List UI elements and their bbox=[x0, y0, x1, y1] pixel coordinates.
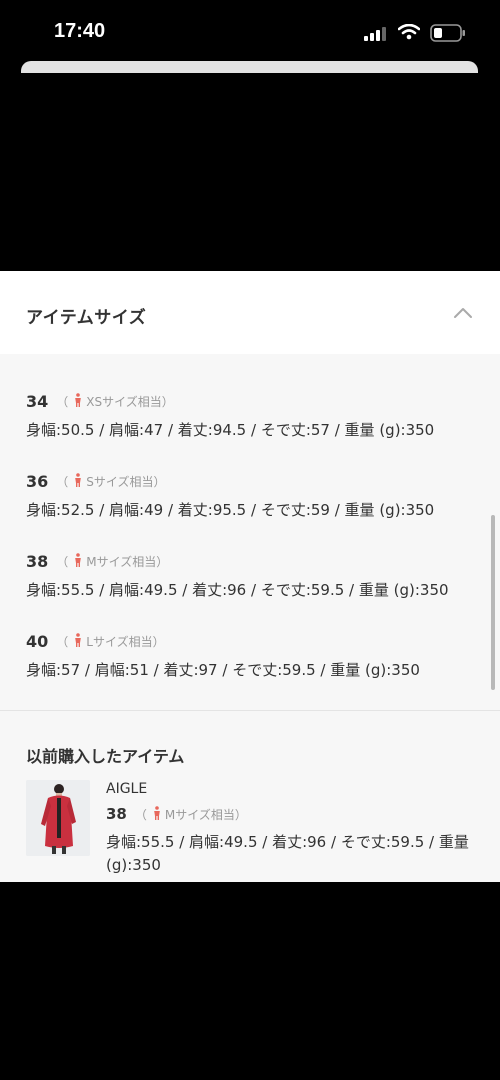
sheet-handle[interactable] bbox=[21, 61, 478, 73]
panel-header[interactable]: アイテムサイズ bbox=[0, 271, 500, 354]
battery-icon bbox=[430, 24, 466, 46]
item-size-panel: アイテムサイズ 34 （ XSサイズ相当） 身幅:50.5 / 肩幅:47 / … bbox=[0, 271, 500, 882]
size-measurements: 身幅:50.5 / 肩幅:47 / 着丈:94.5 / そで丈:57 / 重量 … bbox=[26, 421, 435, 439]
size-row: 36 （ Sサイズ相当） 身幅:52.5 / 肩幅:49 / 着丈:95.5 /… bbox=[26, 470, 486, 520]
size-equivalent: （ Lサイズ相当） bbox=[56, 632, 165, 650]
size-equivalent-text: Mサイズ相当） bbox=[86, 554, 169, 569]
size-number: 34 bbox=[26, 391, 49, 411]
size-equivalent-text: Lサイズ相当） bbox=[86, 634, 165, 649]
previous-purchase-title: 以前購入したアイテム bbox=[26, 747, 185, 766]
status-bar: 17:40 bbox=[0, 0, 500, 62]
size-equivalent: （ Mサイズ相当） bbox=[56, 552, 169, 570]
status-time: 17:40 bbox=[54, 20, 106, 42]
paren-open: （ bbox=[56, 394, 69, 409]
size-equivalent-text: Mサイズ相当） bbox=[164, 807, 247, 822]
person-icon bbox=[74, 552, 82, 570]
person-icon bbox=[153, 805, 161, 823]
wifi-icon bbox=[397, 23, 421, 44]
cellular-signal-icon bbox=[364, 26, 390, 45]
size-equivalent: （ XSサイズ相当） bbox=[56, 392, 174, 410]
size-measurements: 身幅:55.5 / 肩幅:49.5 / 着丈:96 / そで丈:59.5 / 重… bbox=[26, 581, 449, 599]
size-row: 34 （ XSサイズ相当） 身幅:50.5 / 肩幅:47 / 着丈:94.5 … bbox=[26, 390, 486, 440]
section-divider bbox=[0, 710, 500, 711]
scrollbar[interactable] bbox=[491, 515, 495, 690]
person-icon bbox=[74, 392, 82, 410]
size-equivalent-text: XSサイズ相当） bbox=[86, 394, 174, 409]
size-measurements: 身幅:57 / 肩幅:51 / 着丈:97 / そで丈:59.5 / 重量 (g… bbox=[26, 661, 420, 679]
size-number: 38 bbox=[26, 551, 49, 571]
size-equivalent: （ Sサイズ相当） bbox=[56, 472, 166, 490]
product-thumbnail[interactable] bbox=[26, 780, 90, 856]
paren-open: （ bbox=[56, 634, 69, 649]
size-number: 38 bbox=[106, 805, 127, 823]
size-equivalent: （ Mサイズ相当） bbox=[134, 805, 247, 823]
person-icon bbox=[74, 632, 82, 650]
paren-open: （ bbox=[56, 554, 69, 569]
size-row: 38 （ Mサイズ相当） 身幅:55.5 / 肩幅:49.5 / 着丈:96 /… bbox=[26, 550, 486, 600]
size-number: 36 bbox=[26, 471, 49, 491]
size-equivalent-text: Sサイズ相当） bbox=[86, 474, 166, 489]
size-number: 40 bbox=[26, 631, 49, 651]
size-row: 40 （ Lサイズ相当） 身幅:57 / 肩幅:51 / 着丈:97 / そで丈… bbox=[26, 630, 486, 680]
size-measurements: 身幅:52.5 / 肩幅:49 / 着丈:95.5 / そで丈:59 / 重量 … bbox=[26, 501, 435, 519]
size-measurements: 身幅:55.5 / 肩幅:49.5 / 着丈:96 / そで丈:59.5 / 重… bbox=[106, 833, 469, 874]
panel-title: アイテムサイズ bbox=[26, 308, 147, 328]
brand-name: AIGLE bbox=[106, 781, 148, 797]
paren-open: （ bbox=[134, 807, 147, 822]
chevron-up-icon[interactable] bbox=[450, 304, 476, 322]
paren-open: （ bbox=[56, 474, 69, 489]
person-icon bbox=[74, 472, 82, 490]
